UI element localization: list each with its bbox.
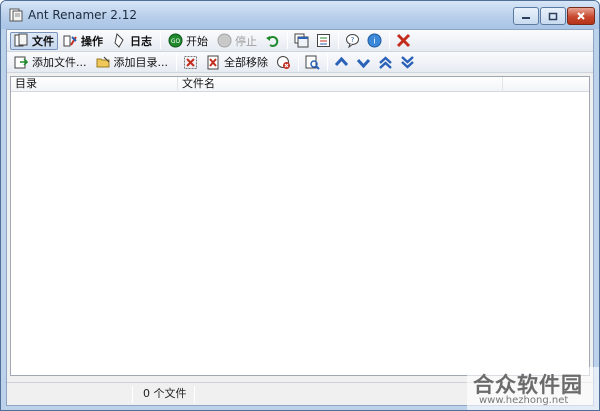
add-file-icon [14, 56, 29, 68]
move-up-button[interactable] [331, 53, 352, 71]
status-divider [194, 386, 195, 403]
close-icon [577, 12, 585, 20]
preview-icon [305, 55, 320, 70]
undo-button[interactable] [262, 32, 283, 50]
double-chevron-down-icon [401, 55, 414, 69]
move-bottom-button[interactable] [397, 53, 418, 71]
log-tab-button[interactable]: 日志 [108, 32, 156, 50]
remove-missing-icon [277, 55, 290, 69]
log-icon [114, 33, 124, 48]
caption-buttons [513, 7, 595, 25]
start-icon: GO [168, 33, 183, 48]
add-folders-button[interactable]: 添加目录... [92, 53, 173, 71]
maximize-button[interactable] [540, 7, 566, 25]
help-button[interactable]: ? [342, 32, 363, 50]
actions-tab-button[interactable]: 操作 [59, 32, 107, 50]
actions-icon [63, 35, 77, 47]
toolbar-separator [327, 53, 328, 71]
app-window: Ant Renamer 2.12 文件 操作 日志 GO 开始 停止 ? i 添… [0, 0, 600, 411]
exit-button[interactable] [393, 32, 414, 50]
window-icon [294, 33, 309, 48]
add-folders-label: 添加目录... [113, 56, 169, 69]
toolbar-separator [298, 53, 299, 71]
settings-button[interactable] [313, 32, 334, 50]
remove-all-label: 全部移除 [224, 56, 268, 69]
start-button[interactable]: GO 开始 [164, 32, 212, 50]
add-files-label: 添加文件... [32, 56, 87, 69]
client-area: 文件 操作 日志 GO 开始 停止 ? i 添加文件... 添加目录... 全部… [6, 29, 594, 406]
minimize-icon [522, 17, 530, 19]
start-label: 开始 [186, 34, 208, 48]
toolbar-separator [176, 53, 177, 71]
file-list[interactable]: 目录 文件名 [10, 76, 590, 376]
site-watermark: 合众软件园 www.hezhong.net [467, 367, 599, 410]
svg-text:?: ? [351, 36, 355, 44]
help-bubble-icon: ? [346, 34, 359, 48]
actions-tab-label: 操作 [81, 34, 103, 48]
svg-text:i: i [373, 37, 375, 46]
file-tab-label: 文件 [32, 34, 54, 48]
remove-all-icon [207, 55, 219, 69]
toolbar-separator [389, 32, 390, 49]
exit-x-icon [396, 33, 411, 48]
about-button[interactable]: i [364, 32, 385, 50]
remove-selected-button[interactable] [180, 53, 201, 71]
undo-icon [266, 35, 279, 47]
title-bar[interactable]: Ant Renamer 2.12 [1, 1, 599, 29]
toolbar-separator [338, 32, 339, 49]
main-toolbar: 文件 操作 日志 GO 开始 停止 ? i [7, 30, 593, 52]
stop-button[interactable]: 停止 [213, 32, 261, 50]
column-header-directory[interactable]: 目录 [11, 77, 178, 92]
files-toolbar: 添加文件... 添加目录... 全部移除 [7, 52, 593, 73]
settings-icon [317, 34, 330, 47]
move-down-button[interactable] [353, 53, 374, 71]
remove-selected-icon [184, 55, 197, 69]
file-list-header: 目录 文件名 [11, 77, 589, 92]
app-icon [9, 8, 23, 22]
toolbar-separator [287, 32, 288, 49]
file-tab-button[interactable]: 文件 [10, 31, 58, 50]
minimize-button[interactable] [513, 7, 539, 25]
close-button[interactable] [567, 7, 595, 25]
toolbar-separator [160, 32, 161, 49]
remove-dead-button[interactable] [273, 53, 294, 71]
preview-button[interactable] [302, 53, 323, 71]
status-divider [132, 386, 133, 403]
chevron-down-icon [356, 58, 371, 68]
watermark-url: www.hezhong.net [479, 395, 569, 406]
double-chevron-up-icon [379, 55, 392, 69]
info-icon: i [367, 33, 382, 48]
files-icon [14, 33, 28, 47]
window-mode-button[interactable] [291, 32, 312, 50]
add-folder-icon [96, 56, 109, 67]
maximize-icon [548, 12, 558, 20]
add-files-button[interactable]: 添加文件... [10, 53, 91, 71]
file-count-status: 0 个文件 [143, 387, 187, 400]
window-title: Ant Renamer 2.12 [28, 8, 138, 22]
remove-all-button[interactable]: 全部移除 [202, 53, 272, 71]
column-header-empty [503, 77, 589, 92]
move-top-button[interactable] [375, 53, 396, 71]
stop-icon [217, 33, 232, 48]
log-tab-label: 日志 [130, 34, 152, 48]
chevron-up-icon [334, 56, 349, 66]
stop-label: 停止 [235, 34, 257, 48]
svg-text:GO: GO [171, 38, 181, 45]
column-header-filename[interactable]: 文件名 [178, 77, 503, 92]
